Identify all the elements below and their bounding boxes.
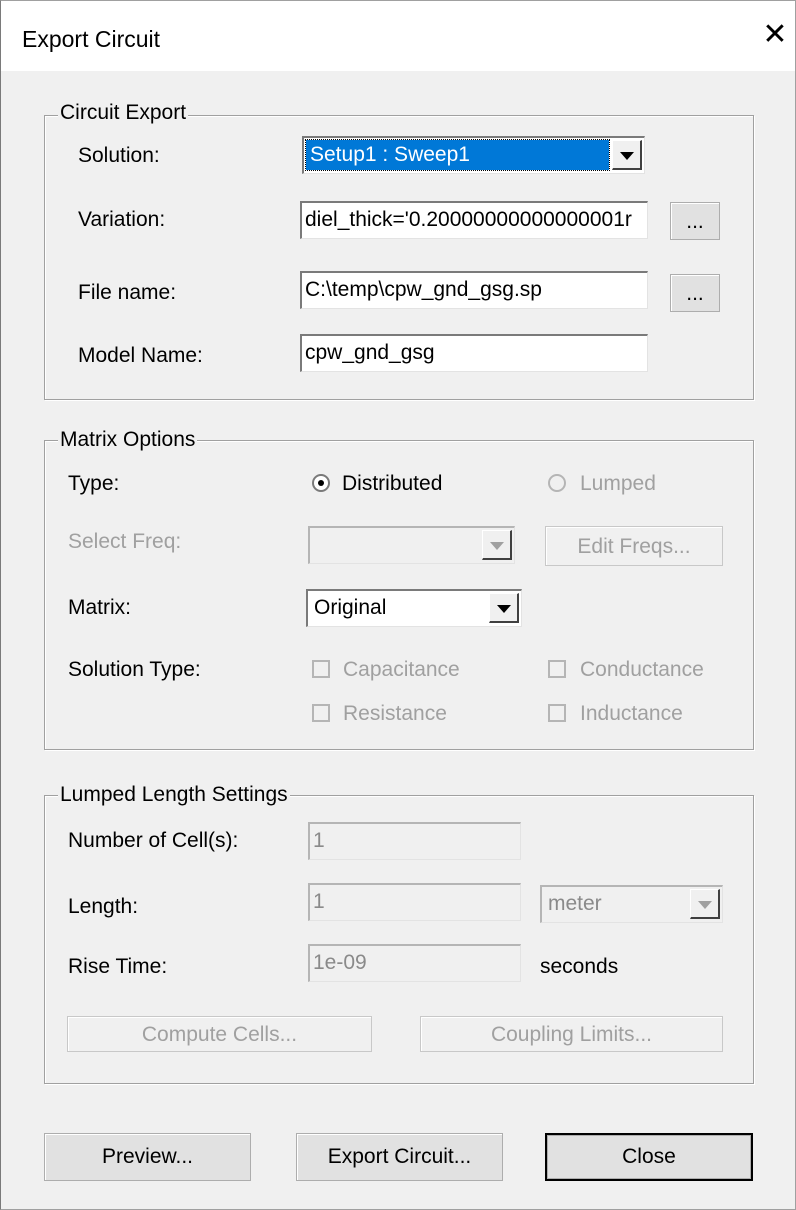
cells-label: Number of Cell(s): xyxy=(68,829,239,852)
close-button[interactable]: Close xyxy=(545,1133,753,1181)
solution-type-label: Solution Type: xyxy=(68,658,201,681)
select-freq-label: Select Freq: xyxy=(68,530,182,553)
type-label: Type: xyxy=(68,472,120,495)
edit-freqs-button[interactable]: Edit Freqs... xyxy=(545,526,723,566)
compute-cells-button[interactable]: Compute Cells... xyxy=(67,1016,372,1052)
conductance-label[interactable]: Conductance xyxy=(580,658,704,682)
matrix-options-legend: Matrix Options xyxy=(58,428,198,452)
lumped-radio[interactable] xyxy=(548,474,566,492)
chevron-down-icon xyxy=(490,542,504,550)
length-label: Length: xyxy=(68,895,139,918)
resistance-label[interactable]: Resistance xyxy=(343,702,447,726)
lumped-length-legend: Lumped Length Settings xyxy=(58,783,290,807)
resistance-checkbox[interactable] xyxy=(312,704,330,722)
inductance-checkbox[interactable] xyxy=(548,704,566,722)
matrix-label: Matrix: xyxy=(68,596,131,619)
select-freq-dropdown-button[interactable] xyxy=(482,530,512,560)
length-unit-value: meter xyxy=(548,892,602,915)
length-unit-select[interactable]: meter xyxy=(540,885,723,923)
chevron-down-icon xyxy=(698,901,712,909)
variation-browse-button[interactable]: ... xyxy=(670,202,720,240)
solution-dropdown-button[interactable] xyxy=(612,140,642,170)
matrix-value: Original xyxy=(314,596,387,619)
distributed-radio[interactable] xyxy=(312,474,330,492)
capacitance-checkbox[interactable] xyxy=(312,660,330,678)
filename-browse-button[interactable]: ... xyxy=(670,274,720,312)
export-circuit-button[interactable]: Export Circuit... xyxy=(296,1133,503,1181)
capacitance-label[interactable]: Capacitance xyxy=(343,658,460,682)
variation-field[interactable]: diel_thick='0.20000000000000001r xyxy=(300,201,648,239)
modelname-label: Model Name: xyxy=(78,344,203,367)
cells-field[interactable]: 1 xyxy=(308,822,521,860)
coupling-limits-button[interactable]: Coupling Limits... xyxy=(420,1016,723,1052)
select-freq-select[interactable] xyxy=(308,526,515,564)
solution-value: Setup1 : Sweep1 xyxy=(305,139,610,171)
distributed-label[interactable]: Distributed xyxy=(342,472,442,496)
solution-select[interactable]: Setup1 : Sweep1 xyxy=(302,136,645,174)
modelname-field[interactable]: cpw_gnd_gsg xyxy=(300,334,648,372)
chevron-down-icon xyxy=(620,152,634,160)
rise-time-label: Rise Time: xyxy=(68,955,168,978)
inductance-label[interactable]: Inductance xyxy=(580,702,683,726)
length-field[interactable]: 1 xyxy=(308,883,521,921)
filename-field[interactable]: C:\temp\cpw_gnd_gsg.sp xyxy=(300,271,648,309)
conductance-checkbox[interactable] xyxy=(548,660,566,678)
chevron-down-icon xyxy=(497,605,511,613)
circuit-export-legend: Circuit Export xyxy=(58,101,189,125)
preview-button[interactable]: Preview... xyxy=(44,1133,251,1181)
length-unit-dropdown-button[interactable] xyxy=(690,889,720,919)
rise-time-unit: seconds xyxy=(540,955,619,978)
matrix-dropdown-button[interactable] xyxy=(489,593,519,623)
select-freq-value xyxy=(312,530,316,560)
lumped-label[interactable]: Lumped xyxy=(580,472,656,496)
window-title: Export Circuit xyxy=(22,26,161,52)
close-icon[interactable]: ✕ xyxy=(760,18,790,52)
variation-label: Variation: xyxy=(78,208,166,231)
matrix-select[interactable]: Original xyxy=(306,589,522,627)
filename-label: File name: xyxy=(78,281,177,304)
solution-label: Solution: xyxy=(78,144,160,167)
rise-time-field[interactable]: 1e-09 xyxy=(308,944,521,982)
